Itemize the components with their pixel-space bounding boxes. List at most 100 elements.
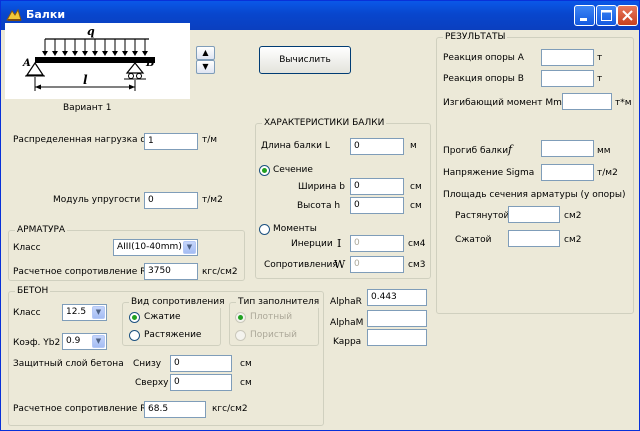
length-input[interactable]: 0 xyxy=(350,138,404,155)
compress-area-label: Сжатой xyxy=(455,235,492,245)
beam-label-q: q xyxy=(87,25,95,38)
inertia-symbol: I xyxy=(337,237,342,250)
close-button[interactable] xyxy=(617,5,638,26)
concrete-class-select[interactable]: 12.5 ▼ xyxy=(62,304,107,321)
compression-radio[interactable] xyxy=(129,312,140,323)
rebar-area-label: Площадь сечения арматуры (у опоры) xyxy=(443,190,626,200)
resist-input[interactable]: 0 xyxy=(350,256,404,273)
moment-output[interactable] xyxy=(562,93,612,110)
moments-radio[interactable] xyxy=(259,224,270,235)
resist-label: Сопротивления xyxy=(264,260,338,270)
alphaM-output[interactable] xyxy=(367,310,427,327)
bottom-cover-unit: см xyxy=(240,359,252,369)
compress-area-unit: см2 xyxy=(564,235,582,245)
width-input[interactable]: 0 xyxy=(350,178,404,195)
moment-unit: т*м xyxy=(615,98,632,108)
tension-area-unit: см2 xyxy=(564,211,582,221)
beam-label-l: l xyxy=(83,73,88,87)
top-label: Сверху xyxy=(135,378,169,388)
bottom-label: Снизу xyxy=(133,359,162,369)
tension-radio[interactable] xyxy=(129,330,140,341)
alphaR-output[interactable]: 0.443 xyxy=(367,289,427,306)
beam-scheme-image: q A B l xyxy=(22,25,155,91)
resist-symbol: W xyxy=(334,258,346,271)
height-label: Высота h xyxy=(297,201,341,211)
deflection-symbol: f xyxy=(508,143,513,156)
reactionA-output[interactable] xyxy=(541,49,594,66)
cover-label: Защитный слой бетона xyxy=(13,359,124,369)
calculate-button[interactable]: Вычислить xyxy=(259,46,351,74)
beam-props-title: ХАРАКТЕРИСТИКИ БАЛКИ xyxy=(262,118,387,129)
deflection-output[interactable] xyxy=(541,140,594,157)
stress-output[interactable] xyxy=(541,164,594,181)
porous-radio[interactable] xyxy=(235,330,246,341)
beam-label-a: A xyxy=(22,58,31,69)
rebar-class-label: Класс xyxy=(13,243,41,253)
alphaM-label: AlphaM xyxy=(330,318,364,328)
minimize-button[interactable] xyxy=(574,5,595,26)
window-title: Балки xyxy=(26,8,66,21)
height-input[interactable]: 0 xyxy=(350,197,404,214)
inertia-input[interactable]: 0 xyxy=(350,235,404,252)
rebar-title: АРМАТУРА xyxy=(15,225,68,236)
section-label: Сечение xyxy=(273,165,313,175)
section-radio[interactable] xyxy=(259,165,270,176)
reactionB-output[interactable] xyxy=(541,70,594,87)
dense-radio[interactable] xyxy=(235,312,246,323)
chevron-down-icon: ▼ xyxy=(92,335,105,348)
rb-input[interactable]: 68.5 xyxy=(144,401,206,418)
resist-unit: см3 xyxy=(408,260,426,270)
modulus-label: Модуль упругости E xyxy=(53,195,149,205)
dist-load-input[interactable]: 1 xyxy=(144,133,198,150)
spin-down-icon: ▼ xyxy=(202,62,209,71)
inertia-unit: см4 xyxy=(408,239,426,249)
length-unit: м xyxy=(410,141,417,151)
dist-load-unit: т/м xyxy=(202,135,218,145)
bottom-cover-input[interactable]: 0 xyxy=(170,355,232,372)
beam-label-b: B xyxy=(145,58,154,69)
app-icon xyxy=(6,8,22,21)
variant-spin-down[interactable]: ▼ xyxy=(196,60,215,74)
modulus-input[interactable]: 0 xyxy=(144,192,198,209)
stress-label: Напряжение Sigma xyxy=(443,168,535,178)
yb2-label: Коэф. Yb2 xyxy=(13,338,61,348)
resist-type-title: Вид сопротивления xyxy=(129,297,227,308)
yb2-value: 0.9 xyxy=(66,336,81,346)
results-title: РЕЗУЛЬТАТЫ xyxy=(443,32,508,43)
rebar-class-select[interactable]: AIII(10-40mm) ▼ xyxy=(113,239,198,256)
filler-type-title: Тип заполнителя xyxy=(236,297,322,308)
rb-label: Расчетное сопротивление Rb xyxy=(13,404,153,414)
kappa-output[interactable] xyxy=(367,329,427,346)
variant-spin-up[interactable]: ▲ xyxy=(196,46,215,60)
rs-unit: кгс/см2 xyxy=(202,267,238,277)
height-unit: см xyxy=(410,201,422,211)
yb2-select[interactable]: 0.9 ▼ xyxy=(62,333,107,350)
chevron-down-icon: ▼ xyxy=(183,241,196,254)
concrete-class-label: Класс xyxy=(13,308,41,318)
concrete-class-value: 12.5 xyxy=(66,307,87,317)
reactionB-label: Реакция опоры B xyxy=(443,74,524,84)
deflection-unit: мм xyxy=(597,146,611,156)
reactionB-unit: т xyxy=(597,74,603,84)
rs-input[interactable]: 3750 xyxy=(144,263,198,280)
kappa-label: Kappa xyxy=(333,337,362,347)
variant-caption: Вариант 1 xyxy=(63,103,112,113)
chevron-down-icon: ▼ xyxy=(92,306,105,319)
width-unit: см xyxy=(410,182,422,192)
rs-label: Расчетное сопротивление Rs xyxy=(13,267,152,277)
width-label: Ширина b xyxy=(298,182,346,192)
close-icon xyxy=(622,10,633,21)
stress-unit: т/м2 xyxy=(597,168,618,178)
maximize-button[interactable] xyxy=(596,5,617,26)
tension-area-output[interactable] xyxy=(508,206,560,223)
porous-label: Пористый xyxy=(250,330,297,340)
top-cover-unit: см xyxy=(240,378,252,388)
tension-area-label: Растянутой xyxy=(455,211,510,221)
length-label: Длина балки L xyxy=(261,141,330,151)
deflection-label: Прогиб балки xyxy=(443,146,509,156)
beam-diagram: q A B l xyxy=(5,23,190,99)
reactionA-label: Реакция опоры A xyxy=(443,53,524,63)
tension-label: Растяжение xyxy=(144,330,202,340)
top-cover-input[interactable]: 0 xyxy=(170,374,232,391)
compress-area-output[interactable] xyxy=(508,230,560,247)
